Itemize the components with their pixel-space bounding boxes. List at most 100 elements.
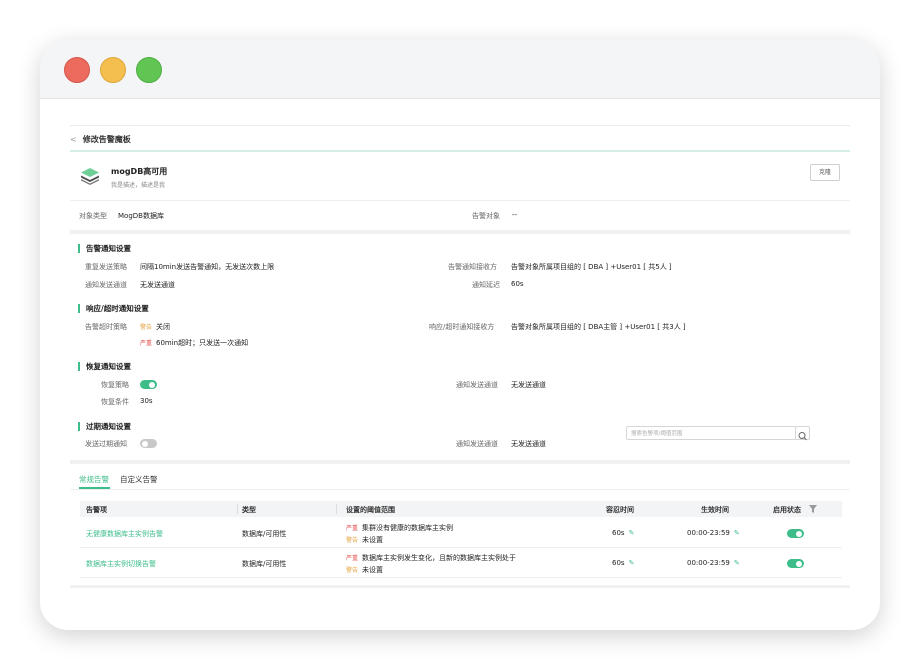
recover-channel-label: 通知发送通道 xyxy=(456,381,498,389)
template-description: 我是描述，描述是我 xyxy=(111,182,166,189)
warn-tag: 警告 xyxy=(140,324,153,331)
maximize-window-button[interactable] xyxy=(136,57,162,83)
toggle-knob xyxy=(142,440,148,447)
column-separator xyxy=(237,504,238,514)
recover-policy-label: 恢复策略 xyxy=(101,381,129,389)
tolerance-cell: 60s ✎ xyxy=(612,559,634,567)
search-button[interactable] xyxy=(795,426,810,441)
severe-tag: 严重 xyxy=(346,525,359,532)
enabled-toggle[interactable] xyxy=(787,529,804,538)
header-accent-line xyxy=(70,150,850,152)
tolerance-cell: 60s ✎ xyxy=(612,529,634,537)
column-separator xyxy=(336,504,337,514)
threshold-severe: 严重 集群没有健康的数据库主实例 xyxy=(346,523,453,533)
warn-tag: 警告 xyxy=(346,567,359,574)
severe-policy-value: 60min超时；只发送一次通知 xyxy=(156,339,249,347)
timeout-notify-section-title: 响应/超时通知设置 xyxy=(78,304,149,313)
alert-item-link[interactable]: 数据库主实例切换告警 xyxy=(86,559,156,569)
toggle-knob xyxy=(149,381,155,388)
tolerance-value: 60s xyxy=(612,559,625,567)
threshold-warn-value: 未设置 xyxy=(362,536,384,544)
table-row: 无健康数据库主实例告警 数据库/可用性 严重 集群没有健康的数据库主实例 警告 未设… xyxy=(80,518,842,548)
page-title: 修改告警魔板 xyxy=(82,135,131,144)
close-window-button[interactable] xyxy=(64,57,90,83)
expire-send-label: 发送过期通知 xyxy=(85,440,127,448)
edit-pencil-icon[interactable]: ✎ xyxy=(734,559,740,567)
template-name: mogDB高可用 xyxy=(111,167,168,176)
alert-object-value: -- xyxy=(512,211,518,219)
recover-channel-value: 无发送通道 xyxy=(511,381,546,389)
receiver-label: 告警通知接收方 xyxy=(448,263,497,271)
column-header-enabled: 启用状态 xyxy=(773,506,801,514)
timeout-severe-row: 严重 60min超时；只发送一次通知 xyxy=(140,338,248,348)
column-header-tolerance: 容忍时间 xyxy=(606,506,634,514)
effective-cell: 00:00-23:59 ✎ xyxy=(687,529,740,537)
browser-window: < 修改告警魔板 mogDB高可用 我是描述，描述是我 克隆 对象类型 MogDB… xyxy=(40,40,880,630)
alert-notify-section-title: 告警通知设置 xyxy=(78,244,131,253)
edit-pencil-icon[interactable]: ✎ xyxy=(629,559,635,567)
threshold-warn-value: 未设置 xyxy=(362,566,384,574)
toggle-knob xyxy=(796,560,802,567)
severe-tag: 严重 xyxy=(140,340,153,347)
alert-type: 数据库/可用性 xyxy=(242,530,287,538)
channel-label: 通知发送通道 xyxy=(85,281,127,289)
section-divider xyxy=(70,460,850,464)
threshold-severe-value: 数据库主实例发生变化，且新的数据库主实例处于 xyxy=(362,554,517,562)
section-divider xyxy=(70,230,850,234)
threshold-severe: 严重 数据库主实例发生变化，且新的数据库主实例处于 xyxy=(346,553,516,563)
tabs-divider xyxy=(70,489,850,490)
delay-label: 通知延迟 xyxy=(472,281,500,289)
expire-notify-section-title: 过期通知设置 xyxy=(78,422,131,431)
threshold-warn: 警告 未设置 xyxy=(346,565,383,575)
timeout-receiver-value: 告警对象所属项目组的 [ DBA主管 ] +User01 [ 共3人 ] xyxy=(511,323,686,331)
timeout-policy-label: 告警超时策略 xyxy=(85,323,127,331)
tolerance-value: 60s xyxy=(612,529,625,537)
threshold-severe-value: 集群没有健康的数据库主实例 xyxy=(362,524,454,532)
recover-condition-label: 恢复条件 xyxy=(101,398,129,406)
edit-pencil-icon[interactable]: ✎ xyxy=(734,529,740,537)
edit-pencil-icon[interactable]: ✎ xyxy=(629,529,635,537)
top-divider xyxy=(70,125,850,126)
repeat-policy-value: 间隔10min发送告警通知，无发送次数上限 xyxy=(140,263,275,271)
alert-object-label: 告警对象 xyxy=(472,212,500,220)
template-card: mogDB高可用 我是描述，描述是我 克隆 xyxy=(70,154,850,198)
column-header-item: 告警项 xyxy=(86,506,107,514)
timeout-receiver-label: 响应/超时通知接收方 xyxy=(429,323,495,331)
table-header: 告警项 类型 设置的阈值范围 容忍时间 生效时间 启用状态 xyxy=(80,501,842,517)
back-link[interactable]: < 修改告警魔板 xyxy=(70,134,131,145)
tab-custom-alerts[interactable]: 自定义告警 xyxy=(120,474,158,485)
channel-value: 无发送通道 xyxy=(140,281,175,289)
delay-value: 60s xyxy=(511,280,524,288)
minimize-window-button[interactable] xyxy=(100,57,126,83)
chevron-left-icon: < xyxy=(70,135,77,144)
search-icon xyxy=(798,432,807,441)
receiver-value: 告警对象所属项目组的 [ DBA ] +User01 [ 共5人 ] xyxy=(511,263,672,271)
toggle-knob xyxy=(796,530,802,537)
effective-cell: 00:00-23:59 ✎ xyxy=(687,559,740,567)
recover-condition-value: 30s xyxy=(140,397,153,405)
threshold-warn: 警告 未设置 xyxy=(346,535,383,545)
search-input[interactable]: 搜索告警项/阈值范围 xyxy=(626,426,796,440)
recover-policy-toggle[interactable] xyxy=(140,380,157,389)
expire-send-toggle[interactable] xyxy=(140,439,157,448)
table-row: 数据库主实例切换告警 数据库/可用性 严重 数据库主实例发生变化，且新的数据库主实… xyxy=(80,548,842,578)
repeat-policy-label: 重复发送策略 xyxy=(85,263,127,271)
warn-policy-value: 关闭 xyxy=(156,323,171,331)
database-layers-icon xyxy=(81,168,99,185)
column-header-type: 类型 xyxy=(242,506,256,514)
window-titlebar xyxy=(40,40,880,99)
filter-icon[interactable] xyxy=(809,505,817,513)
enabled-toggle[interactable] xyxy=(787,559,804,568)
effective-value: 00:00-23:59 xyxy=(687,559,730,567)
expire-channel-label: 通知发送通道 xyxy=(456,440,498,448)
expire-channel-value: 无发送通道 xyxy=(511,440,546,448)
warn-tag: 警告 xyxy=(346,537,359,544)
column-header-effective: 生效时间 xyxy=(701,506,729,514)
divider xyxy=(70,200,850,201)
tab-regular-alerts[interactable]: 常规告警 xyxy=(79,474,109,485)
clone-button[interactable]: 克隆 xyxy=(810,164,840,181)
timeout-warn-row: 警告 关闭 xyxy=(140,322,170,332)
effective-value: 00:00-23:59 xyxy=(687,529,730,537)
alert-type: 数据库/可用性 xyxy=(242,560,287,568)
alert-item-link[interactable]: 无健康数据库主实例告警 xyxy=(86,529,163,539)
